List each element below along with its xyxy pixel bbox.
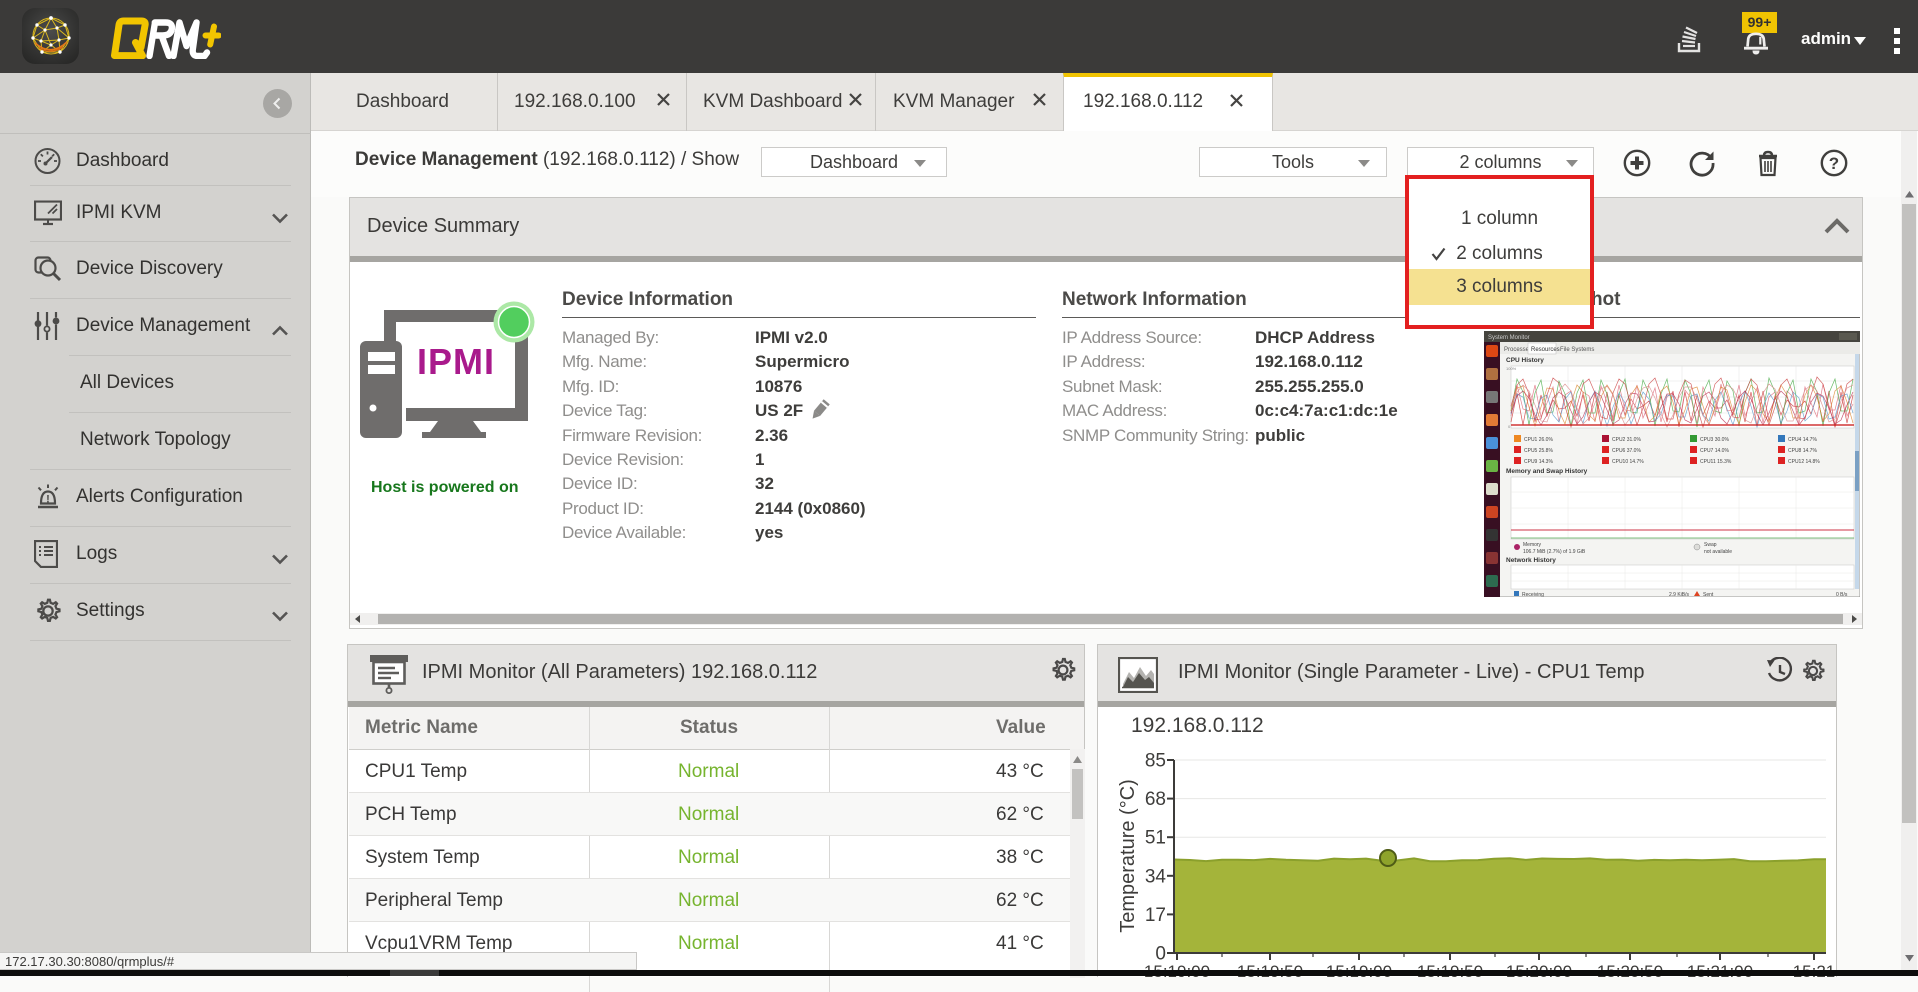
svg-text:85: 85 bbox=[1145, 751, 1166, 772]
svg-text:File Systems: File Systems bbox=[1560, 347, 1594, 353]
svg-text:CPU6 37.0%: CPU6 37.0% bbox=[1612, 448, 1641, 454]
svg-text:2.9 KiB/s: 2.9 KiB/s bbox=[1669, 592, 1690, 597]
svg-text:CPU3 30.0%: CPU3 30.0% bbox=[1700, 437, 1729, 443]
svg-text:!: ! bbox=[46, 494, 50, 506]
svg-text:51: 51 bbox=[1145, 828, 1166, 849]
svg-text:Receiving: Receiving bbox=[1522, 592, 1544, 597]
svg-text:CPU9 14.3%: CPU9 14.3% bbox=[1524, 459, 1553, 465]
svg-text:106.7 MiB (2.7%) of 1.9 GiB: 106.7 MiB (2.7%) of 1.9 GiB bbox=[1523, 549, 1586, 555]
svg-text:Swap: Swap bbox=[1704, 542, 1717, 548]
svg-text:CPU11 15.3%: CPU11 15.3% bbox=[1700, 459, 1732, 465]
svg-text:Network History: Network History bbox=[1506, 557, 1556, 564]
svg-text:68: 68 bbox=[1145, 789, 1166, 810]
svg-text:System Monitor: System Monitor bbox=[1488, 335, 1530, 341]
svg-text:CPU History: CPU History bbox=[1506, 357, 1544, 364]
svg-text:CPU8 14.7%: CPU8 14.7% bbox=[1788, 448, 1817, 454]
svg-text:Resources: Resources bbox=[1531, 347, 1560, 353]
svg-text:Sent: Sent bbox=[1703, 592, 1714, 597]
svg-text:Temperature (°C): Temperature (°C) bbox=[1117, 779, 1139, 933]
svg-text:CPU2 31.0%: CPU2 31.0% bbox=[1612, 437, 1641, 443]
svg-text:34: 34 bbox=[1145, 866, 1167, 887]
svg-text:Memory and Swap History: Memory and Swap History bbox=[1506, 468, 1588, 475]
svg-text:100%: 100% bbox=[1506, 366, 1517, 371]
svg-text:IPMI: IPMI bbox=[417, 341, 495, 382]
svg-text:0 B/s: 0 B/s bbox=[1836, 592, 1848, 597]
svg-text:?: ? bbox=[1829, 154, 1839, 173]
svg-text:not available: not available bbox=[1704, 549, 1732, 555]
svg-text:CPU4 14.7%: CPU4 14.7% bbox=[1788, 437, 1817, 443]
svg-text:CPU12 14.8%: CPU12 14.8% bbox=[1788, 459, 1820, 465]
svg-text:CPU5 25.8%: CPU5 25.8% bbox=[1524, 448, 1553, 454]
svg-text:CPU1 26.0%: CPU1 26.0% bbox=[1524, 437, 1553, 443]
svg-text:Memory: Memory bbox=[1523, 542, 1542, 548]
svg-text:CPU10 14.7%: CPU10 14.7% bbox=[1612, 459, 1644, 465]
svg-text:CPU7 14.0%: CPU7 14.0% bbox=[1700, 448, 1729, 454]
svg-text:17: 17 bbox=[1145, 905, 1166, 926]
